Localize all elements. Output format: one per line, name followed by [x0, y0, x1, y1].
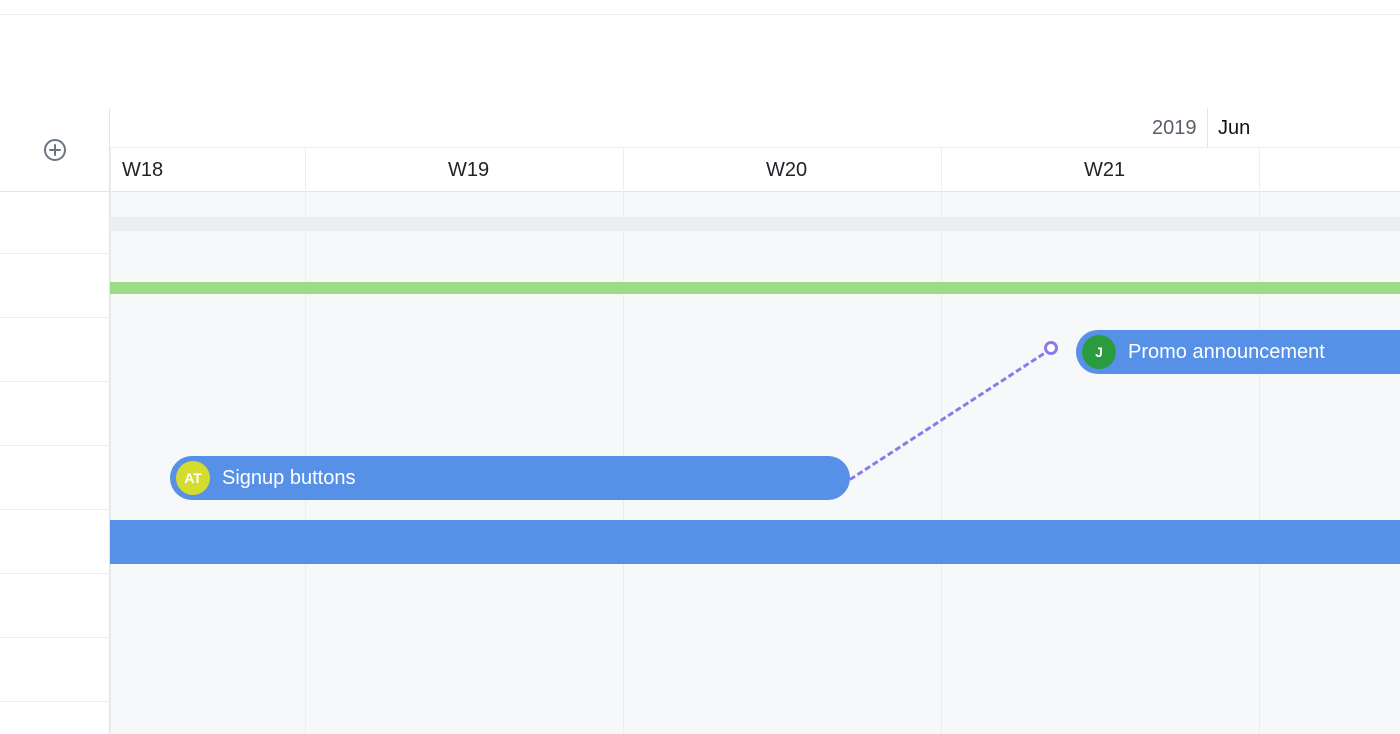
- week-row: W18 W19 W20 W21 W: [110, 148, 1400, 192]
- avatar-initials: J: [1095, 344, 1103, 360]
- sidebar-row[interactable]: [0, 574, 109, 638]
- dependency-endpoint[interactable]: [1044, 341, 1058, 355]
- sidebar-row[interactable]: [0, 638, 109, 702]
- grid-line: [941, 192, 942, 734]
- month-label: Jun: [1208, 108, 1250, 148]
- avatar-initials: AT: [184, 470, 202, 486]
- sidebar-row[interactable]: [0, 382, 109, 446]
- sidebar-row[interactable]: [0, 446, 109, 510]
- sidebar-header: [0, 108, 110, 192]
- week-label: W20: [754, 148, 807, 192]
- task-bar-promo[interactable]: J Promo announcement: [1076, 330, 1400, 374]
- dependency-line: [849, 348, 1052, 481]
- week-label: W19: [436, 148, 489, 192]
- sidebar-row[interactable]: [0, 254, 109, 318]
- task-sidebar: [0, 192, 110, 734]
- group-stripe[interactable]: [110, 282, 1400, 294]
- sidebar-row[interactable]: [0, 192, 109, 254]
- year-label: 2019: [1152, 108, 1209, 148]
- sidebar-row[interactable]: [0, 318, 109, 382]
- task-bar-signup[interactable]: AT Signup buttons: [170, 456, 850, 500]
- week-label: W21: [1072, 148, 1125, 192]
- top-divider: [0, 14, 1400, 15]
- task-label: Promo announcement: [1128, 341, 1325, 364]
- sidebar-row[interactable]: [0, 510, 109, 574]
- year-row: 2019 Jun: [110, 108, 1400, 148]
- task-label: Signup buttons: [222, 467, 355, 490]
- timeline-canvas[interactable]: J Promo announcement AT Signup buttons: [110, 192, 1400, 734]
- avatar: AT: [176, 461, 210, 495]
- plus-circle-icon: [43, 138, 67, 162]
- add-item-button[interactable]: [42, 137, 68, 163]
- avatar: J: [1082, 335, 1116, 369]
- week-label: W18: [110, 148, 163, 192]
- task-bar-full[interactable]: [110, 520, 1400, 564]
- week-label: W: [1390, 148, 1400, 192]
- grid-line: [110, 192, 111, 734]
- grid-line: [1259, 192, 1260, 734]
- group-boundary-row: [110, 217, 1400, 231]
- timeline-header: 2019 Jun W18 W19 W20 W21 W: [110, 108, 1400, 192]
